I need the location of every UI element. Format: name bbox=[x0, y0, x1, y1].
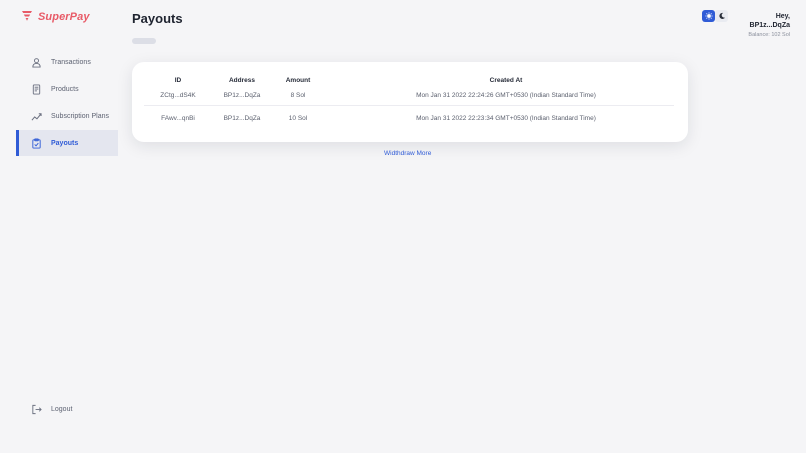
balance: Balance: 102 Sol bbox=[748, 32, 790, 38]
brand[interactable]: SuperPay bbox=[22, 11, 90, 23]
light-mode-button[interactable] bbox=[702, 10, 715, 22]
sidebar-item-payouts[interactable]: Payouts bbox=[16, 130, 118, 156]
trend-icon bbox=[31, 112, 42, 120]
column-header-address: Address bbox=[228, 76, 255, 84]
sidebar-item-label: Payouts bbox=[51, 139, 79, 147]
column-header-amount: Amount bbox=[285, 76, 311, 84]
cell-id: FAwv...qnBi bbox=[161, 114, 195, 122]
sun-icon bbox=[704, 12, 713, 20]
table-row: FAwv...qnBi BP1z...DqZa 10 Sol Mon Jan 3… bbox=[144, 108, 674, 128]
logout-button[interactable]: Logout bbox=[31, 404, 72, 415]
wallet-address: BP1z...DqZa bbox=[749, 22, 790, 29]
withdraw-more-link[interactable]: Widthdraw More bbox=[384, 150, 431, 157]
receipt-icon bbox=[32, 83, 41, 95]
sidebar: SuperPay Transactions Products Subscript… bbox=[0, 0, 126, 453]
cell-amount: 8 Sol bbox=[290, 92, 306, 99]
sidebar-item-subscription-plans[interactable]: Subscription Plans bbox=[16, 103, 118, 129]
user-info: Hey, BP1z...DqZa Balance: 102 Sol bbox=[748, 12, 790, 40]
cell-address: BP1z...DqZa bbox=[223, 92, 261, 99]
superpay-logo-icon bbox=[22, 11, 32, 21]
cell-id: ZCtg...dS4K bbox=[160, 92, 196, 99]
cell-amount: 10 Sol bbox=[288, 114, 308, 122]
sidebar-item-transactions[interactable]: Transactions bbox=[16, 49, 118, 75]
sidebar-item-label: Products bbox=[51, 85, 79, 93]
page-title: Payouts bbox=[132, 11, 183, 26]
loading-pill bbox=[132, 38, 156, 44]
moon-icon bbox=[718, 12, 725, 19]
logout-label: Logout bbox=[51, 406, 73, 413]
sidebar-item-products[interactable]: Products bbox=[16, 76, 118, 102]
table-row: ZCtg...dS4K BP1z...DqZa 8 Sol Mon Jan 31… bbox=[144, 86, 674, 106]
dark-mode-button[interactable] bbox=[715, 10, 728, 22]
brand-name: SuperPay bbox=[38, 11, 90, 23]
cell-address: BP1z...DqZa bbox=[223, 114, 261, 122]
user-icon bbox=[32, 57, 41, 68]
cell-created-at: Mon Jan 31 2022 22:23:34 GMT+0530 (India… bbox=[416, 114, 596, 122]
theme-toggle bbox=[702, 10, 728, 22]
sidebar-item-label: Transactions bbox=[51, 58, 91, 66]
clipboard-check-icon bbox=[32, 137, 41, 149]
payouts-table-card: ID Address Amount Created At ZCtg...dS4K… bbox=[132, 62, 688, 142]
greeting: Hey, bbox=[775, 13, 790, 20]
column-header-id: ID bbox=[174, 76, 182, 84]
cell-created-at: Mon Jan 31 2022 22:24:26 GMT+0530 (India… bbox=[416, 92, 596, 99]
column-header-created-at: Created At bbox=[489, 76, 523, 84]
table-header: ID Address Amount Created At bbox=[144, 74, 674, 86]
sidebar-item-label: Subscription Plans bbox=[51, 112, 109, 120]
logout-icon bbox=[32, 404, 42, 415]
